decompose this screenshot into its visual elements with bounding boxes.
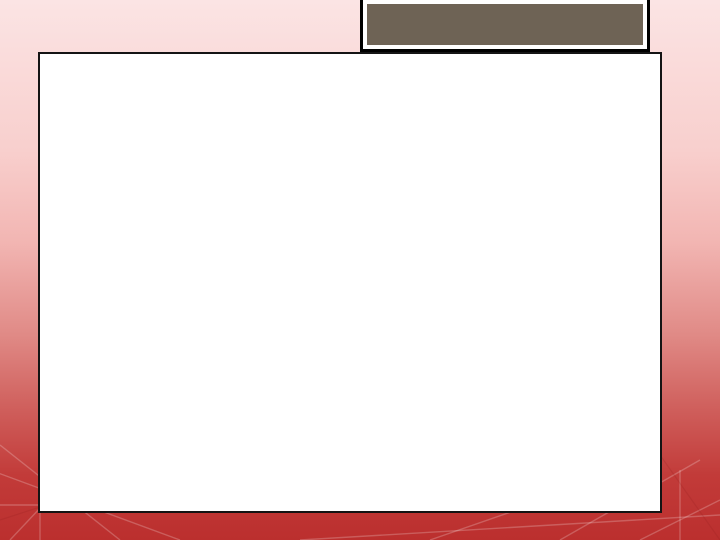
slide-canvas: Presente de Indicativo Este tiempo verba… (0, 0, 720, 540)
top-banner (360, 0, 650, 52)
top-banner-fill (367, 4, 643, 45)
content-panel (38, 52, 662, 513)
